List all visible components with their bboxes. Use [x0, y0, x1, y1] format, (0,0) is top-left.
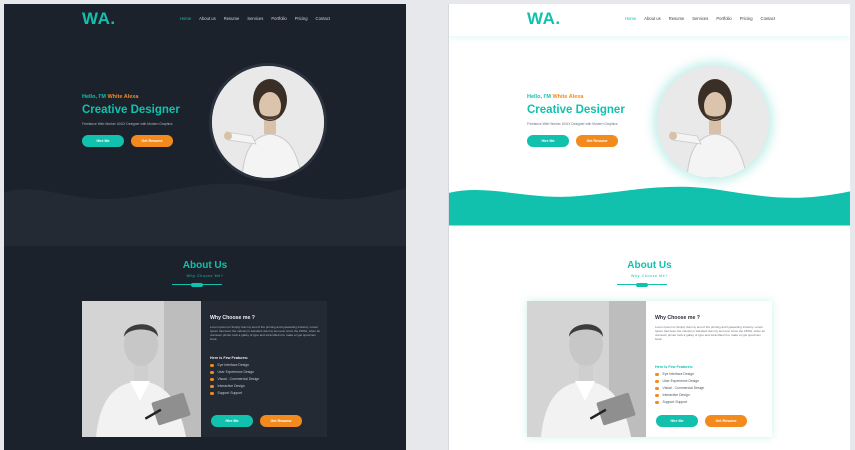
why-choose-heading: Why Choose me ?	[210, 315, 255, 321]
about-hire-me-button[interactable]: Hire Me	[656, 415, 698, 427]
feature-item: Interactive Design	[210, 383, 322, 390]
navbar: WA. Home About us Resume Services Portfo…	[449, 4, 850, 36]
hero-wave	[449, 186, 850, 226]
about-card: Why Choose me ? Lorem Ipsum is Simply du…	[82, 301, 327, 437]
about-photo	[527, 301, 646, 437]
businessman-photo-icon	[527, 301, 646, 437]
logo[interactable]: WA.	[527, 9, 561, 29]
nav-menu: Home About us Resume Services Portfolio …	[180, 16, 330, 21]
nav-menu: Home About us Resume Services Portfolio …	[625, 16, 775, 21]
nav-portfolio[interactable]: Portfolio	[716, 16, 731, 21]
hero-tagline: Freelance Web Worker UI/UX Designer with…	[527, 122, 618, 126]
hero-greeting: Hello, I'M White Alexa	[82, 94, 139, 100]
get-resume-button[interactable]: Get Resume	[131, 135, 173, 147]
about-title: About Us	[627, 260, 672, 271]
designer-avatar	[212, 66, 324, 178]
nav-services[interactable]: Services	[692, 16, 708, 21]
get-resume-button[interactable]: Get Resume	[576, 135, 618, 147]
feature-item: Support Support	[210, 390, 322, 397]
nav-home[interactable]: Home	[180, 16, 191, 21]
about-title: About Us	[182, 260, 228, 271]
nav-resume[interactable]: Resume	[669, 16, 685, 21]
about-subtitle: Why Choose Me?	[186, 274, 224, 278]
about-photo	[82, 301, 201, 437]
feature-item: User Experience Design	[210, 369, 322, 376]
nav-pricing[interactable]: Pricing	[740, 16, 753, 21]
about-text: Why Choose me ? Lorem Ipsum is Simply du…	[210, 301, 322, 437]
nav-portfolio[interactable]: Portfolio	[271, 16, 286, 21]
nav-contact[interactable]: Contact	[761, 16, 775, 21]
hero-role: Creative Designer	[82, 104, 180, 116]
feature-item: Visual - Commercial Design	[655, 385, 767, 392]
hire-me-button[interactable]: Hire Me	[82, 135, 124, 147]
businessman-photo-icon	[82, 301, 201, 437]
hero-tagline: Freelance Web Worker UI/UX Designer with…	[82, 122, 173, 126]
feature-item: Support Support	[655, 399, 767, 406]
features-title: Here Is Few Features:	[210, 356, 249, 360]
about-divider	[172, 282, 222, 287]
hire-me-button[interactable]: Hire Me	[527, 135, 569, 147]
about-paragraph: Lorem Ipsum is Simply dummy text of the …	[210, 325, 321, 341]
nav-about[interactable]: About us	[644, 16, 661, 21]
nav-home[interactable]: Home	[625, 16, 636, 21]
designer-portrait-icon	[657, 66, 769, 178]
dark-theme-preview: WA. Home About us Resume Services Portfo…	[4, 4, 406, 450]
about-paragraph: Lorem Ipsum is Simply dummy text of the …	[655, 325, 766, 341]
feature-item: Eye Interface Design	[210, 362, 322, 369]
about-get-resume-button[interactable]: Get Resume	[705, 415, 747, 427]
nav-contact[interactable]: Contact	[316, 16, 330, 21]
hero-role: Creative Designer	[527, 104, 625, 116]
feature-item: User Experience Design	[655, 378, 767, 385]
hero-greeting: Hello, I'M White Alexa	[527, 94, 584, 100]
designer-portrait-icon	[212, 66, 324, 178]
navbar: WA. Home About us Resume Services Portfo…	[4, 4, 406, 36]
about-hire-me-button[interactable]: Hire Me	[211, 415, 253, 427]
nav-resume[interactable]: Resume	[224, 16, 240, 21]
designer-avatar	[657, 66, 769, 178]
features-title: Here Is Few Features:	[655, 365, 694, 369]
features-list: Eye Interface Design User Experience Des…	[210, 362, 322, 397]
about-get-resume-button[interactable]: Get Resume	[260, 415, 302, 427]
about-divider	[617, 282, 667, 287]
feature-item: Eye Interface Design	[655, 371, 767, 378]
preview-stage: WA. Home About us Resume Services Portfo…	[0, 0, 855, 450]
nav-pricing[interactable]: Pricing	[295, 16, 308, 21]
about-subtitle: Why Choose Me?	[631, 274, 668, 278]
logo[interactable]: WA.	[82, 9, 116, 29]
why-choose-heading: Why Choose me ?	[655, 315, 700, 321]
nav-about[interactable]: About us	[199, 16, 216, 21]
nav-services[interactable]: Services	[247, 16, 263, 21]
about-text: Why Choose me ? Lorem Ipsum is Simply du…	[655, 301, 767, 437]
feature-item: Visual - Commercial Design	[210, 376, 322, 383]
feature-item: Interactive Design	[655, 392, 767, 399]
features-list: Eye Interface Design User Experience Des…	[655, 371, 767, 406]
about-card: Why Choose me ? Lorem Ipsum is Simply du…	[527, 301, 772, 437]
light-theme-preview: WA. Home About us Resume Services Portfo…	[448, 4, 850, 450]
hero-wave	[4, 183, 406, 246]
